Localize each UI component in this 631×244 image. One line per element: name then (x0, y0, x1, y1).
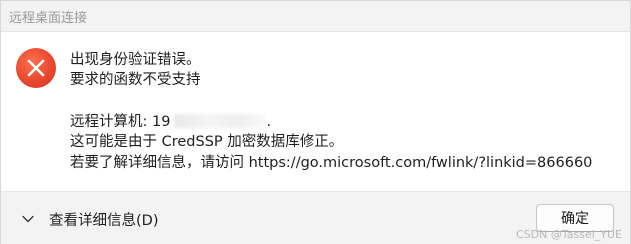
show-details-label: 查看详细信息(D) (49, 212, 159, 229)
watermark: CSDN @Tassel_YUE (515, 228, 622, 241)
remote-computer-line: 远程计算机: 19. (70, 112, 271, 132)
title-bar: 远程桌面连接 (1, 1, 630, 32)
dialog-footer: 查看详细信息(D) 确定 CSDN @Tassel_YUE (1, 191, 630, 244)
remote-desktop-error-dialog: 远程桌面连接 出现身份验证错误。 要求的函数不受支持 远程计算机: 19. 这可… (0, 0, 631, 244)
redacted-ip-address (174, 114, 267, 128)
credssp-cause-text: 这可能是由于 CredSSP 加密数据库修正。 (70, 134, 344, 150)
error-reason: 要求的函数不受支持 (70, 72, 201, 88)
more-info-text: 若要了解详细信息，请访问 https://go.microsoft.com/fw… (70, 155, 593, 171)
error-heading: 出现身份验证错误。 (70, 52, 201, 68)
window-title: 远程桌面连接 (9, 11, 88, 26)
chevron-down-icon (22, 215, 34, 223)
show-details-toggle[interactable]: 查看详细信息(D) (21, 208, 158, 230)
remote-computer-suffix: . (266, 114, 272, 130)
remote-computer-label: 远程计算机: 19 (70, 114, 171, 130)
error-x-icon (16, 48, 56, 88)
